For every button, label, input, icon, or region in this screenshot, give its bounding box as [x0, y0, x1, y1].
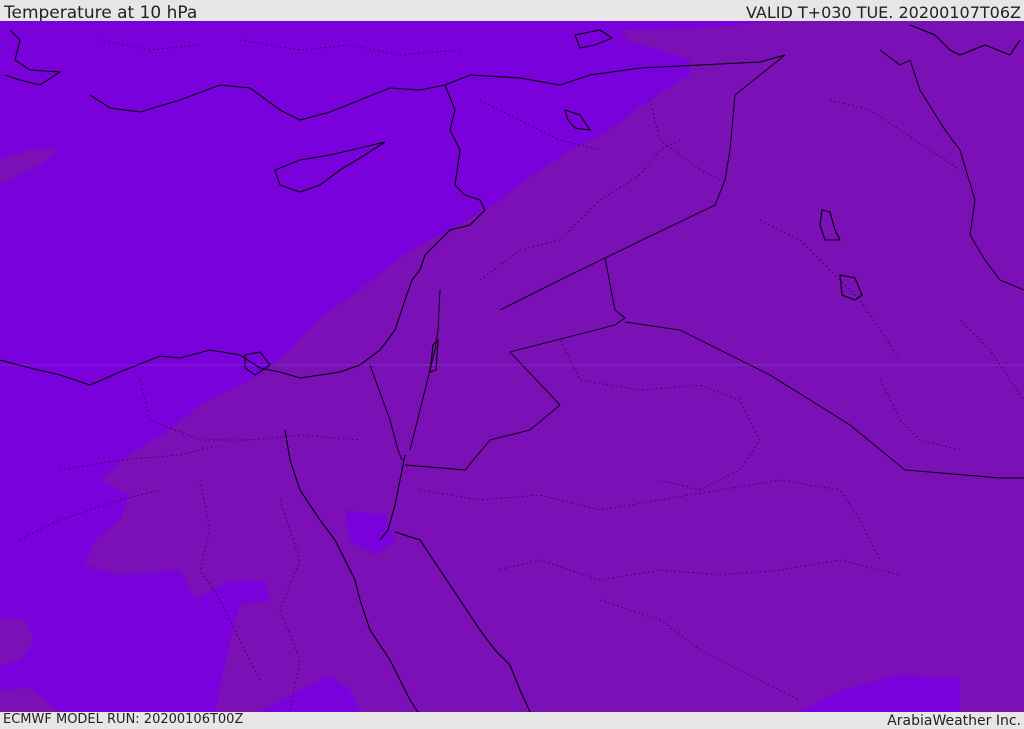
- credit-label: ArabiaWeather Inc.: [887, 713, 1021, 729]
- model-run-label: ECMWF MODEL RUN: 20200106T00Z: [3, 712, 244, 727]
- temperature-map[interactable]: [0, 21, 1024, 712]
- header-bar: Temperature at 10 hPa VALID T+030 TUE. 2…: [0, 0, 1024, 23]
- footer-bar: ECMWF MODEL RUN: 20200106T00Z ArabiaWeat…: [0, 712, 1024, 729]
- map-canvas: [0, 21, 1024, 712]
- valid-time: VALID T+030 TUE. 20200107T06Z: [745, 3, 1021, 22]
- map-title: Temperature at 10 hPa: [4, 3, 198, 23]
